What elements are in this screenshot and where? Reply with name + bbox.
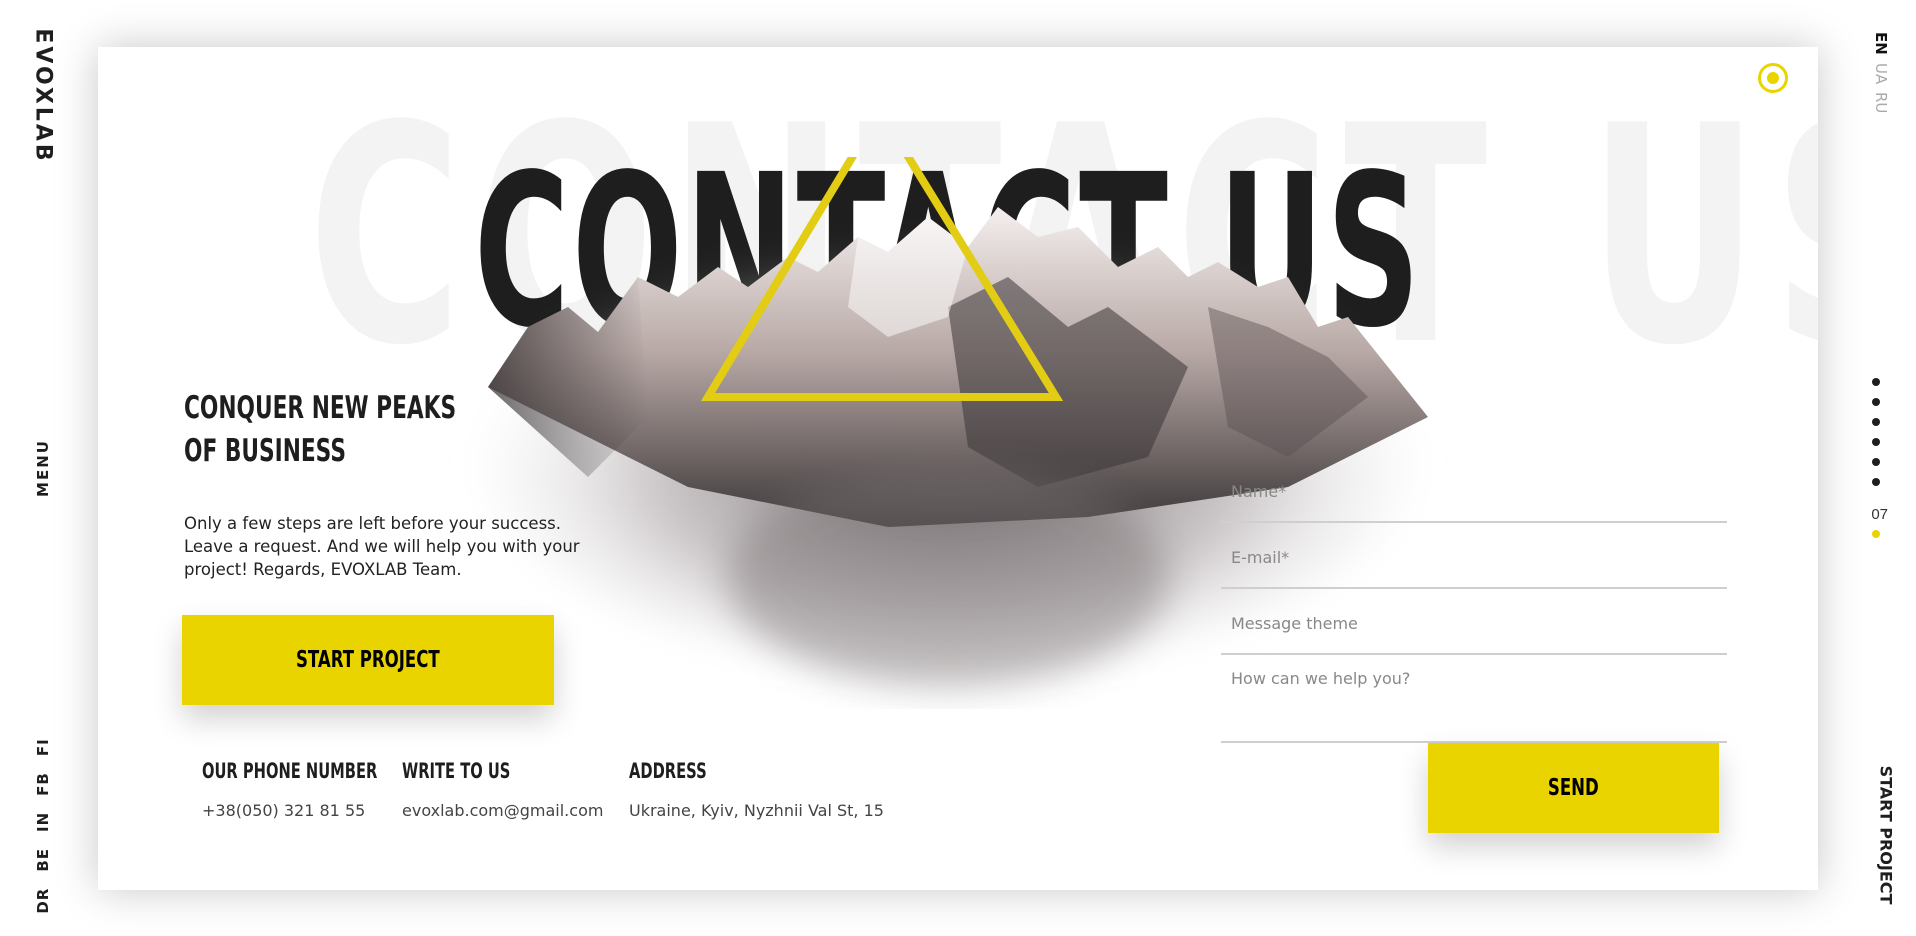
email-field[interactable] xyxy=(1221,523,1727,589)
address-label: ADDRESS xyxy=(629,759,707,783)
message-field[interactable] xyxy=(1221,655,1727,743)
social-link-behance[interactable]: BE xyxy=(34,848,52,872)
email-info: WRITE TO US evoxlab.com@gmail.com xyxy=(402,759,603,820)
name-field[interactable] xyxy=(1221,457,1727,523)
social-link-fi[interactable]: FI xyxy=(34,738,52,756)
right-rail: EN UA RU 07 START PROJECT xyxy=(1830,0,1916,936)
contact-form xyxy=(1221,457,1727,743)
target-circle-dot xyxy=(1767,72,1779,84)
pager-dot[interactable] xyxy=(1872,418,1880,426)
contact-card: CONTACT US CONTACT US xyxy=(98,47,1818,890)
side-start-project-label[interactable]: START PROJECT xyxy=(1877,766,1896,905)
social-link-instagram[interactable]: IN xyxy=(34,812,52,832)
address-value: Ukraine, Kyiv, Nyzhnii Val St, 15 xyxy=(629,801,884,820)
email-label: WRITE TO US xyxy=(402,759,511,783)
pager-dot[interactable] xyxy=(1872,458,1880,466)
language-ru[interactable]: RU xyxy=(1872,92,1890,113)
send-button-label: SEND xyxy=(1548,775,1599,801)
tagline-line-2: OF BUSINESS xyxy=(184,433,346,469)
left-rail: EVOXLAB MENU DR BE IN FB FI xyxy=(0,0,86,936)
language-en[interactable]: EN xyxy=(1872,32,1890,55)
name-field-wrap xyxy=(1221,457,1727,523)
tagline-line-1: CONQUER NEW PEAKS xyxy=(184,390,457,426)
message-theme-field[interactable] xyxy=(1221,589,1727,655)
pager-dot[interactable] xyxy=(1872,478,1880,486)
intro-description: Only a few steps are left before your su… xyxy=(184,514,580,579)
menu-button[interactable]: MENU xyxy=(34,439,52,497)
start-project-button-label: START PROJECT xyxy=(296,647,440,673)
current-page-number: 07 xyxy=(1871,506,1888,523)
message-field-wrap xyxy=(1221,655,1727,743)
email-field-wrap xyxy=(1221,523,1727,589)
phone-label: OUR PHONE NUMBER xyxy=(202,759,378,783)
social-link-facebook[interactable]: FB xyxy=(34,772,52,796)
language-switcher: EN UA RU xyxy=(1872,32,1890,113)
theme-field-wrap xyxy=(1221,589,1727,655)
send-button[interactable]: SEND xyxy=(1428,743,1719,833)
start-project-button[interactable]: START PROJECT xyxy=(182,615,554,705)
pager-dot[interactable] xyxy=(1872,438,1880,446)
tagline: CONQUER NEW PEAKS OF BUSINESS xyxy=(184,387,573,473)
social-links: DR BE IN FB FI xyxy=(34,738,52,913)
brand-logo[interactable]: EVOXLAB xyxy=(31,28,56,163)
target-circle-icon[interactable] xyxy=(1758,63,1788,93)
pager-dot[interactable] xyxy=(1872,398,1880,406)
active-page-indicator xyxy=(1872,530,1880,538)
email-value[interactable]: evoxlab.com@gmail.com xyxy=(402,801,603,820)
pager-dot[interactable] xyxy=(1872,378,1880,386)
side-start-project-link[interactable]: START PROJECT xyxy=(1856,766,1916,905)
social-link-dribbble[interactable]: DR xyxy=(34,888,52,914)
page-pager xyxy=(1872,378,1880,486)
language-ua[interactable]: UA xyxy=(1872,63,1890,84)
address-info: ADDRESS Ukraine, Kyiv, Nyzhnii Val St, 1… xyxy=(629,759,884,820)
